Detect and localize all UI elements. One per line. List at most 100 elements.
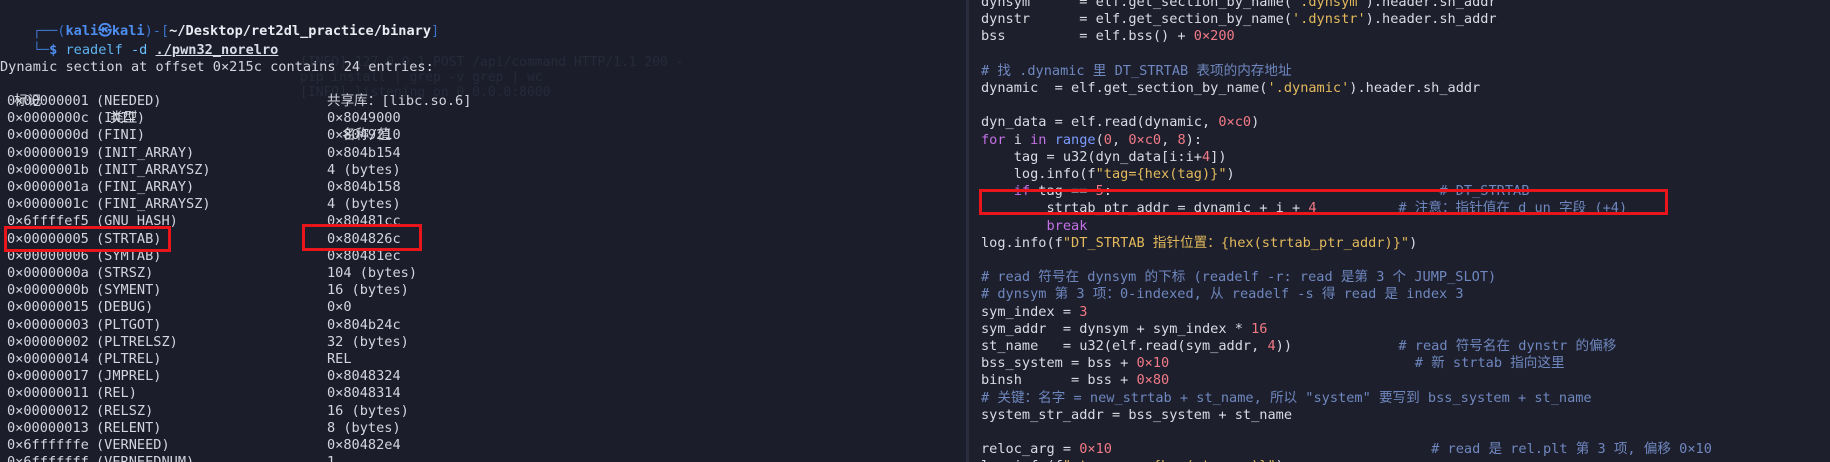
highlight-box-strtab-ptr-line <box>979 189 1668 215</box>
code-token: 0×10 <box>1136 355 1170 372</box>
code-token: ) <box>1409 234 1418 251</box>
entry-value: 0×8049210 <box>327 127 401 144</box>
code-line: reloc_arg = 0×10 # read 是 rel.plt 第 3 项,… <box>981 441 1712 458</box>
table-row: 0×6ffffffe (VERNEED) 0×80482e4 <box>0 437 966 454</box>
code-line: bss = elf.bss() + 0×200 <box>981 28 1235 45</box>
command-args: -d <box>130 42 148 58</box>
code-token: dynamic = elf.get_section_by_name( <box>981 80 1268 96</box>
entry-value: 0×804b154 <box>327 144 401 161</box>
table-row: 0×0000001a (FINI_ARRAY) 0×804b158 <box>0 179 966 196</box>
entry-tag: 0×00000002 <box>7 333 89 350</box>
entry-tag: 0×00000003 <box>7 316 89 333</box>
code-token: ) <box>1251 114 1260 131</box>
table-row: 0×0000000b (SYMENT) 16 (bytes) <box>0 282 966 299</box>
code-token: 0×10 <box>1079 441 1112 458</box>
entry-value: REL <box>327 351 352 367</box>
code-line: # read 符号在 dynsym 的下标 (readelf -r: read … <box>981 269 1496 286</box>
code-token: dyn_data = elf.read(dynamic, <box>981 114 1219 131</box>
table-header: 标记 类型 名称/值 <box>0 76 966 143</box>
entry-type: (VERNEED) <box>96 437 170 453</box>
code-token: 4 <box>1201 148 1211 165</box>
table-row: 0×00000017 (JMPREL) 0×8048324 <box>0 368 966 385</box>
code-line: dynstr = elf.get_section_by_name('.dynst… <box>981 11 1497 28</box>
entry-type: (REL) <box>96 385 137 402</box>
code-token: 8 <box>1177 131 1186 148</box>
code-line: dynamic = elf.get_section_by_name('.dyna… <box>981 80 1480 97</box>
entry-tag: 0×00000017 <box>7 368 89 385</box>
code-token: ( <box>1095 131 1104 148</box>
entry-value: 16 (bytes) <box>327 282 409 299</box>
entry-type: (FINI) <box>96 127 146 144</box>
entry-value: 0×8048324 <box>327 368 401 385</box>
highlight-box-strtab-tag <box>4 226 171 252</box>
code-line: system_str_addr = bss_system + st_name <box>981 407 1292 424</box>
entry-value: 4 (bytes) <box>327 196 401 213</box>
entry-tag: 0×0000000d <box>7 127 89 144</box>
entry-tag: 0×00000011 <box>7 385 89 402</box>
code-token: "st_name = {hex(st_name)}" <box>1063 458 1276 462</box>
entry-value: 8 (bytes) <box>327 419 401 436</box>
prompt-decoration: └─ <box>32 42 50 58</box>
code-token: # 新 strtab 指向这里 <box>1414 355 1565 372</box>
entry-tag: 0×0000001b <box>7 161 89 178</box>
code-token: # read 符号名在 dynstr 的偏移 <box>1398 338 1617 354</box>
table-row: 0×00000003 (PLTGOT) 0×804b24c <box>0 317 966 334</box>
code-token: 0×80 <box>1136 372 1170 389</box>
code-token: ): <box>1185 131 1203 148</box>
code-token: '.dynamic' <box>1267 80 1350 96</box>
entry-type: (NEEDED) <box>96 93 162 109</box>
table-row: 0×00000015 (DEBUG) 0×0 <box>0 299 966 316</box>
code-line: binsh = bss + 0×80 <box>981 372 1169 389</box>
table-row: 0×6fffffff (VERNEEDNUM) 1 <box>0 454 966 462</box>
entry-type: (VERNEEDNUM) <box>96 454 194 462</box>
code-line: # 关键：名字 = new_strtab + st_name, 所以 "syst… <box>981 390 1592 407</box>
code-token: in <box>1030 131 1047 148</box>
code-line: st_name = u32(elf.read(sym_addr, 4)) # r… <box>981 338 1616 355</box>
code-token: ).header.sh_addr <box>1365 11 1497 28</box>
entry-type: (DEBUG) <box>96 299 154 316</box>
entry-tag: 0×0000001c <box>7 196 89 213</box>
table-row: 0×0000000c (INIT) 0×8049000 <box>0 110 966 127</box>
code-line: # 找 .dynamic 里 DT_STRTAB 表项的内存地址 <box>981 63 1292 80</box>
code-token: ).header.sh_addr <box>1349 80 1481 96</box>
entry-value: 0×8048314 <box>327 385 401 402</box>
code-token: 0×c0 <box>1218 114 1252 131</box>
code-token: log.info(f <box>981 234 1063 251</box>
entry-value: 0×804b158 <box>327 179 401 195</box>
entry-tag: 0×00000019 <box>7 144 89 161</box>
dynamic-section-summary: Dynamic section at offset 0×215c contain… <box>0 59 434 75</box>
entry-type: (INIT_ARRAYSZ) <box>96 161 211 178</box>
entry-type: (PLTREL) <box>96 351 162 367</box>
table-row: 0×00000001 (NEEDED) 共享库：[libc.so.6] <box>0 93 966 110</box>
code-line: for i in range(0, 0×c0, 8): <box>981 132 1202 149</box>
code-line: sym_addr = dynsym + sym_index * 16 <box>981 321 1267 338</box>
code-token: # dynsym 第 3 项：0-indexed, 从 readelf -s 得… <box>981 286 1464 303</box>
entry-tag: 0×00000013 <box>7 419 89 436</box>
entry-value: 32 (bytes) <box>327 333 409 350</box>
table-row: 0×00000002 (PLTRELSZ) 32 (bytes) <box>0 334 966 351</box>
code-token: binsh = bss + <box>981 372 1137 389</box>
entry-value: 0×0 <box>327 299 352 316</box>
code-token: range <box>1054 131 1096 148</box>
entry-type: (PLTGOT) <box>96 316 162 333</box>
entry-tag: 0×0000000c <box>7 110 89 127</box>
entry-tag: 0×0000000b <box>7 282 89 299</box>
code-token: log.info(f <box>981 166 1096 182</box>
table-row: 0×0000000d (FINI) 0×8049210 <box>0 127 966 144</box>
table-row: 0×0000001c (FINI_ARRAYSZ) 4 (bytes) <box>0 196 966 213</box>
entry-value: 16 (bytes) <box>327 402 409 419</box>
prompt-dollar: $ <box>49 42 58 58</box>
entry-value: 104 (bytes) <box>327 265 418 281</box>
entry-tag: 0×00000015 <box>7 299 89 316</box>
code-token: '.dynstr' <box>1292 11 1366 28</box>
entry-value: 0×80482e4 <box>327 437 401 453</box>
code-editor-pane[interactable]: dynsym = elf.get_section_by_name('.dynsy… <box>969 0 1830 462</box>
terminal-pane[interactable]: [INFO] 127.0.0.1 POST /api/command HTTP/… <box>0 0 966 462</box>
code-token: # read 是 rel.plt 第 3 项, 偏移 0×10 <box>1431 441 1712 458</box>
code-token: )) <box>1275 338 1399 354</box>
code-token: bss_system = bss + <box>981 355 1137 372</box>
entry-value: 0×8049000 <box>327 110 401 127</box>
code-line: log.info(f"tag={hex(tag)}") <box>981 166 1235 183</box>
